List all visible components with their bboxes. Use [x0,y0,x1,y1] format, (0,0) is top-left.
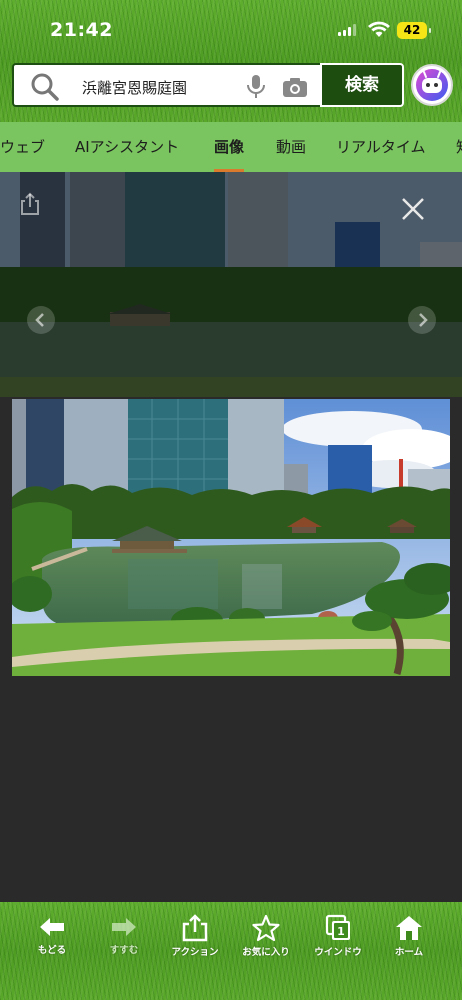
mic-icon[interactable] [246,74,266,100]
back-arrow-icon [40,918,64,936]
status-bar: 21:42 42 [0,0,462,56]
tab-ai-assistant[interactable]: AIアシスタント [75,122,179,172]
forward-button[interactable]: すすむ [88,914,160,974]
chevron-right-icon[interactable] [408,306,436,334]
tab-knowledge[interactable]: 知 [456,122,462,172]
close-icon[interactable] [400,196,426,222]
home-icon [396,916,422,940]
action-button[interactable]: アクション [159,914,231,974]
search-query: 浜離宮恩賜庭園 [82,79,188,97]
share-icon [182,914,208,942]
camera-icon[interactable] [282,76,308,98]
home-label: ホーム [394,947,424,958]
status-time: 21:42 [50,19,113,41]
battery-indicator: 42 [397,22,431,39]
home-button[interactable]: ホーム [373,914,445,974]
cellular-signal-icon [338,24,356,36]
action-label: アクション [171,947,219,958]
tab-images[interactable]: 画像 [214,122,245,172]
enlarged-image[interactable] [12,399,450,676]
search-bar: 浜離宮恩賜庭園 検索 [12,63,404,107]
search-input[interactable]: 浜離宮恩賜庭園 [12,63,322,107]
image-viewer [0,172,462,902]
assistant-face-icon [416,69,448,101]
wifi-icon [368,21,390,37]
search-button[interactable]: 検索 [320,63,404,107]
windows-label: ウインドウ [314,947,362,958]
search-type-tabs: ウェブ AIアシスタント 画像 動画 リアルタイム 知 [0,122,462,172]
forward-label: すすむ [109,945,139,956]
star-icon [252,914,280,942]
tab-web[interactable]: ウェブ [0,122,45,172]
windows-button[interactable]: 1 ウインドウ [302,914,374,974]
chevron-left-icon[interactable] [27,306,55,334]
tab-realtime[interactable]: リアルタイム [336,122,426,172]
assistant-avatar[interactable] [411,64,453,106]
favorites-label: お気に入り [242,947,290,958]
windows-icon: 1 [325,914,350,940]
share-icon[interactable] [19,192,41,216]
tab-videos[interactable]: 動画 [276,122,306,172]
dim-overlay [0,172,462,397]
favorites-button[interactable]: お気に入り [230,914,302,974]
bottom-toolbar: もどる すすむ アクション お気に入り 1 ウインドウ ホーム [0,902,462,1000]
back-label: もどる [37,945,67,956]
search-icon [31,73,59,101]
background-image-preview [0,172,462,397]
back-button[interactable]: もどる [16,914,88,974]
windows-count: 1 [337,925,345,938]
forward-arrow-icon [112,918,136,936]
